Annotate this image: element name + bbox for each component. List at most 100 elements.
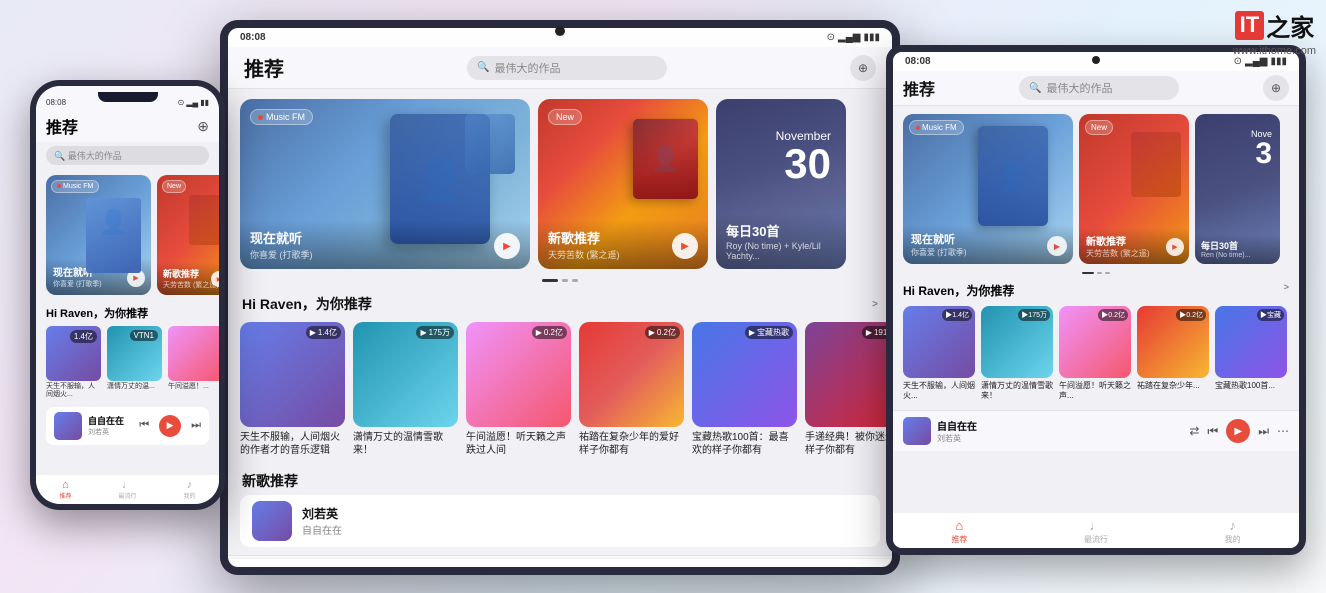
rt-search-bar[interactable]: 🔍 最伟大的作品: [1019, 76, 1179, 100]
rt-pl-5[interactable]: ▶宝藏 宝藏热歌100首...: [1215, 306, 1287, 400]
tablet-new-song-row[interactable]: 刘若英 自自在在: [240, 495, 880, 547]
rt-card1-play[interactable]: ▶: [1047, 236, 1067, 256]
phone-pl-1[interactable]: 1.4亿 天生不服输，人间烟火...: [46, 326, 101, 400]
tablet-search-bar[interactable]: 🔍 最伟大的作品: [467, 56, 667, 80]
tablet-card1-title: 现在就听: [250, 228, 520, 247]
tablet-card2-face: 👤: [651, 145, 681, 174]
phone-card-now-playing[interactable]: Music FM 现在就听 你喜爱 (打歌季) ▶ 👤: [46, 175, 151, 295]
tablet-pl-1-count: ▶ 1.4亿: [306, 326, 341, 339]
rt-tab-home[interactable]: ⌂ 推荐: [951, 518, 967, 545]
tablet-card3-day: 30: [776, 143, 831, 185]
rt-card-1[interactable]: Music FM 👤 现在就听 你喜爱 (打歌季) ▶: [903, 114, 1073, 264]
tablet-pl-6[interactable]: ▶191.6万 手递经典！被你迷过的样子你都有: [805, 322, 892, 457]
phone-tab-charts[interactable]: ♩ 最流行: [118, 479, 136, 500]
rt-repeat-btn[interactable]: ⇄: [1189, 424, 1199, 438]
tablet-card2-play[interactable]: ▶: [672, 233, 698, 259]
tablet-pl-3[interactable]: ▶0.2亿 午间溢愿！听天籁之声跌过人间: [466, 322, 571, 457]
rt-pl-1[interactable]: ▶1.4亿 天生不服输，人间烟火...: [903, 306, 975, 400]
tablet-pl-1[interactable]: ▶ 1.4亿 天生不服输，人间烟火的作者才的音乐逻辑: [240, 322, 345, 457]
rt-more-btn[interactable]: ⋯: [1277, 424, 1289, 438]
rt-card3-day: 3: [1251, 139, 1272, 169]
tablet-pl-5[interactable]: ▶宝藏热歌 宝藏热歌100首：最喜欢的样子你都有: [692, 322, 797, 457]
rt-app-header: 推荐 🔍 最伟大的作品 ⊕: [893, 71, 1299, 106]
tablet-pl-4-thumb: ▶0.2亿: [579, 322, 684, 427]
rt-tab-mine[interactable]: ♪ 我的: [1225, 518, 1241, 545]
phone-tab-bar: ⌂ 推荐 ♩ 最流行 ♪ 我的: [36, 474, 219, 504]
tablet-section-more[interactable]: >: [872, 299, 878, 310]
phone-pl-3-thumb: [168, 326, 219, 381]
rt-play-btn[interactable]: ▶: [1226, 419, 1250, 443]
tablet-pl-2[interactable]: ▶175万 潇情万丈的温情雪歌来！: [353, 322, 458, 457]
rt-pl-1-thumb: ▶1.4亿: [903, 306, 975, 378]
phone-pl-1-thumb: 1.4亿: [46, 326, 101, 381]
rt-pl-1-name: 天生不服输，人间烟火...: [903, 381, 975, 400]
rt-search-icon: 🔍: [1029, 83, 1041, 94]
phone-screen: 08:08 ⊙ ▂▄ ▮▮ 推荐 ⊕ 🔍 最伟大的作品 Musi: [36, 86, 219, 504]
tablet-tab-home[interactable]: ⌂ 推荐: [329, 565, 345, 567]
phone-tab-home[interactable]: ⌂ 推荐: [59, 479, 71, 500]
phone-card2-badge: New: [162, 180, 186, 193]
tablet-pl-4[interactable]: ▶0.2亿 祐踏在复杂少年的爱好样子你都有: [579, 322, 684, 457]
rt-card-2[interactable]: New 新歌推荐 天劳苦数 (繁之遥) ▶: [1079, 114, 1189, 264]
phone-play-btn[interactable]: ▶: [159, 415, 181, 437]
phone-tab-mine[interactable]: ♪ 我的: [183, 479, 195, 500]
tablet-pl-2-name: 潇情万丈的温情雪歌来！: [353, 431, 458, 457]
tablet-tab-mine[interactable]: ♪ 我的: [775, 565, 791, 567]
phone-header-icon[interactable]: ⊕: [197, 118, 209, 135]
tablet-right-screen: 08:08 ⊙ ▂▄▆ ▮▮▮ 推荐 🔍 最伟大的作品 ⊕: [893, 52, 1299, 548]
tablet-card-new-songs[interactable]: New 👤 新歌推荐 天劳苦数 (繁之遥) ▶: [538, 99, 708, 269]
rt-pl-3[interactable]: ▶0.2亿 午间溢愿！听天籁之声...: [1059, 306, 1131, 400]
rt-prev-btn[interactable]: ⏮: [1207, 424, 1218, 439]
tablet-pl-3-count: ▶0.2亿: [532, 326, 567, 339]
tablet-status-icons: ⊙ ▂▄▆ ▮▮▮: [827, 32, 880, 43]
rt-tab-mine-label: 我的: [1225, 534, 1241, 545]
phone-pl-2[interactable]: VTN1 潇情万丈的温...: [107, 326, 162, 400]
rt-card-3[interactable]: Nove 3 每日30首 Ren (No time)...: [1195, 114, 1280, 264]
tablet-pl-1-count-text: 1.4亿: [318, 327, 337, 338]
phone-prev-btn[interactable]: ⏮: [139, 419, 149, 432]
tablet-tab-charts[interactable]: ♩ 最流行: [548, 565, 572, 567]
rt-next-btn[interactable]: ⏭: [1258, 424, 1269, 439]
phone-pl-1-name: 天生不服输，人间烟火...: [46, 383, 101, 400]
tablet-card-now-playing[interactable]: Music FM 👤 现在就听 你喜爱 (打歌季) ▶: [240, 99, 530, 269]
phone-app-title: 推荐: [46, 114, 78, 138]
tablet-signal-icon: ▂▄▆: [838, 32, 860, 43]
phone-card-new-songs[interactable]: New 新歌推荐 天劳苦数 (繁之遥) ▶: [157, 175, 219, 295]
rt-pl-5-name: 宝藏热歌100首...: [1215, 381, 1287, 391]
tablet-card3-title: 每日30首: [726, 221, 836, 240]
phone-wifi-icon: ⊙: [178, 98, 185, 107]
phone-signal-icon: ▂▄: [186, 98, 198, 107]
phone-tab-mine-icon: ♪: [187, 479, 193, 491]
phone-card-badge: Music FM: [51, 180, 99, 193]
rt-content: Music FM 👤 现在就听 你喜爱 (打歌季) ▶: [893, 106, 1299, 512]
rt-card2-play[interactable]: ▶: [1166, 238, 1184, 256]
rt-status-icons: ⊙ ▂▄▆ ▮▮▮: [1234, 56, 1287, 67]
rt-dot-active: [1082, 272, 1094, 274]
phone-player-name: 自自在在: [88, 414, 133, 427]
rt-pl-4[interactable]: ▶0.2亿 祐踏在复杂少年...: [1137, 306, 1209, 400]
rt-header-icon[interactable]: ⊕: [1263, 75, 1289, 101]
rt-card2-art: [1131, 132, 1181, 197]
tablet-tab-charts-icon: ♩: [553, 565, 567, 567]
phone-search-bar[interactable]: 🔍 最伟大的作品: [46, 146, 209, 165]
phone-time: 08:08: [46, 98, 66, 107]
phone-pl-3[interactable]: 午间溢愿！...: [168, 326, 219, 400]
phone-player-bar: 自自在在 刘若英 ⏮ ▶ ⏭: [46, 407, 209, 445]
rt-pl-2[interactable]: ▶175万 潇情万丈的温情雪歌来！: [981, 306, 1053, 400]
rt-card1-badge: Music FM: [909, 120, 964, 135]
tablet-card-daily[interactable]: November 30 每日30首 Roy (No time) + Kyle/L…: [716, 99, 846, 269]
rt-section-raven-title: Hi Raven，为你推荐: [903, 282, 1014, 299]
rt-badge-dot: [916, 126, 920, 130]
phone-next-btn[interactable]: ⏭: [191, 419, 201, 432]
tablet-new-songs-heading: 新歌推荐: [228, 465, 892, 495]
tablet-card1-badge: Music FM: [250, 109, 313, 125]
tablet-card3-subtitle: Roy (No time) + Kyle/Lil Yachty...: [726, 241, 836, 261]
logo-box: IT 之家: [1235, 8, 1315, 43]
tablet-header-icon[interactable]: ⊕: [850, 55, 876, 81]
rt-tab-charts[interactable]: ♩ 最流行: [1084, 518, 1108, 545]
tablet-card1-play[interactable]: ▶: [494, 233, 520, 259]
rt-section-more[interactable]: >: [1284, 282, 1289, 299]
dot-1: [562, 279, 568, 282]
rt-card3-bottom: 每日30首 Ren (No time)...: [1195, 234, 1280, 264]
rt-player-name: 自自在在: [937, 418, 1183, 433]
